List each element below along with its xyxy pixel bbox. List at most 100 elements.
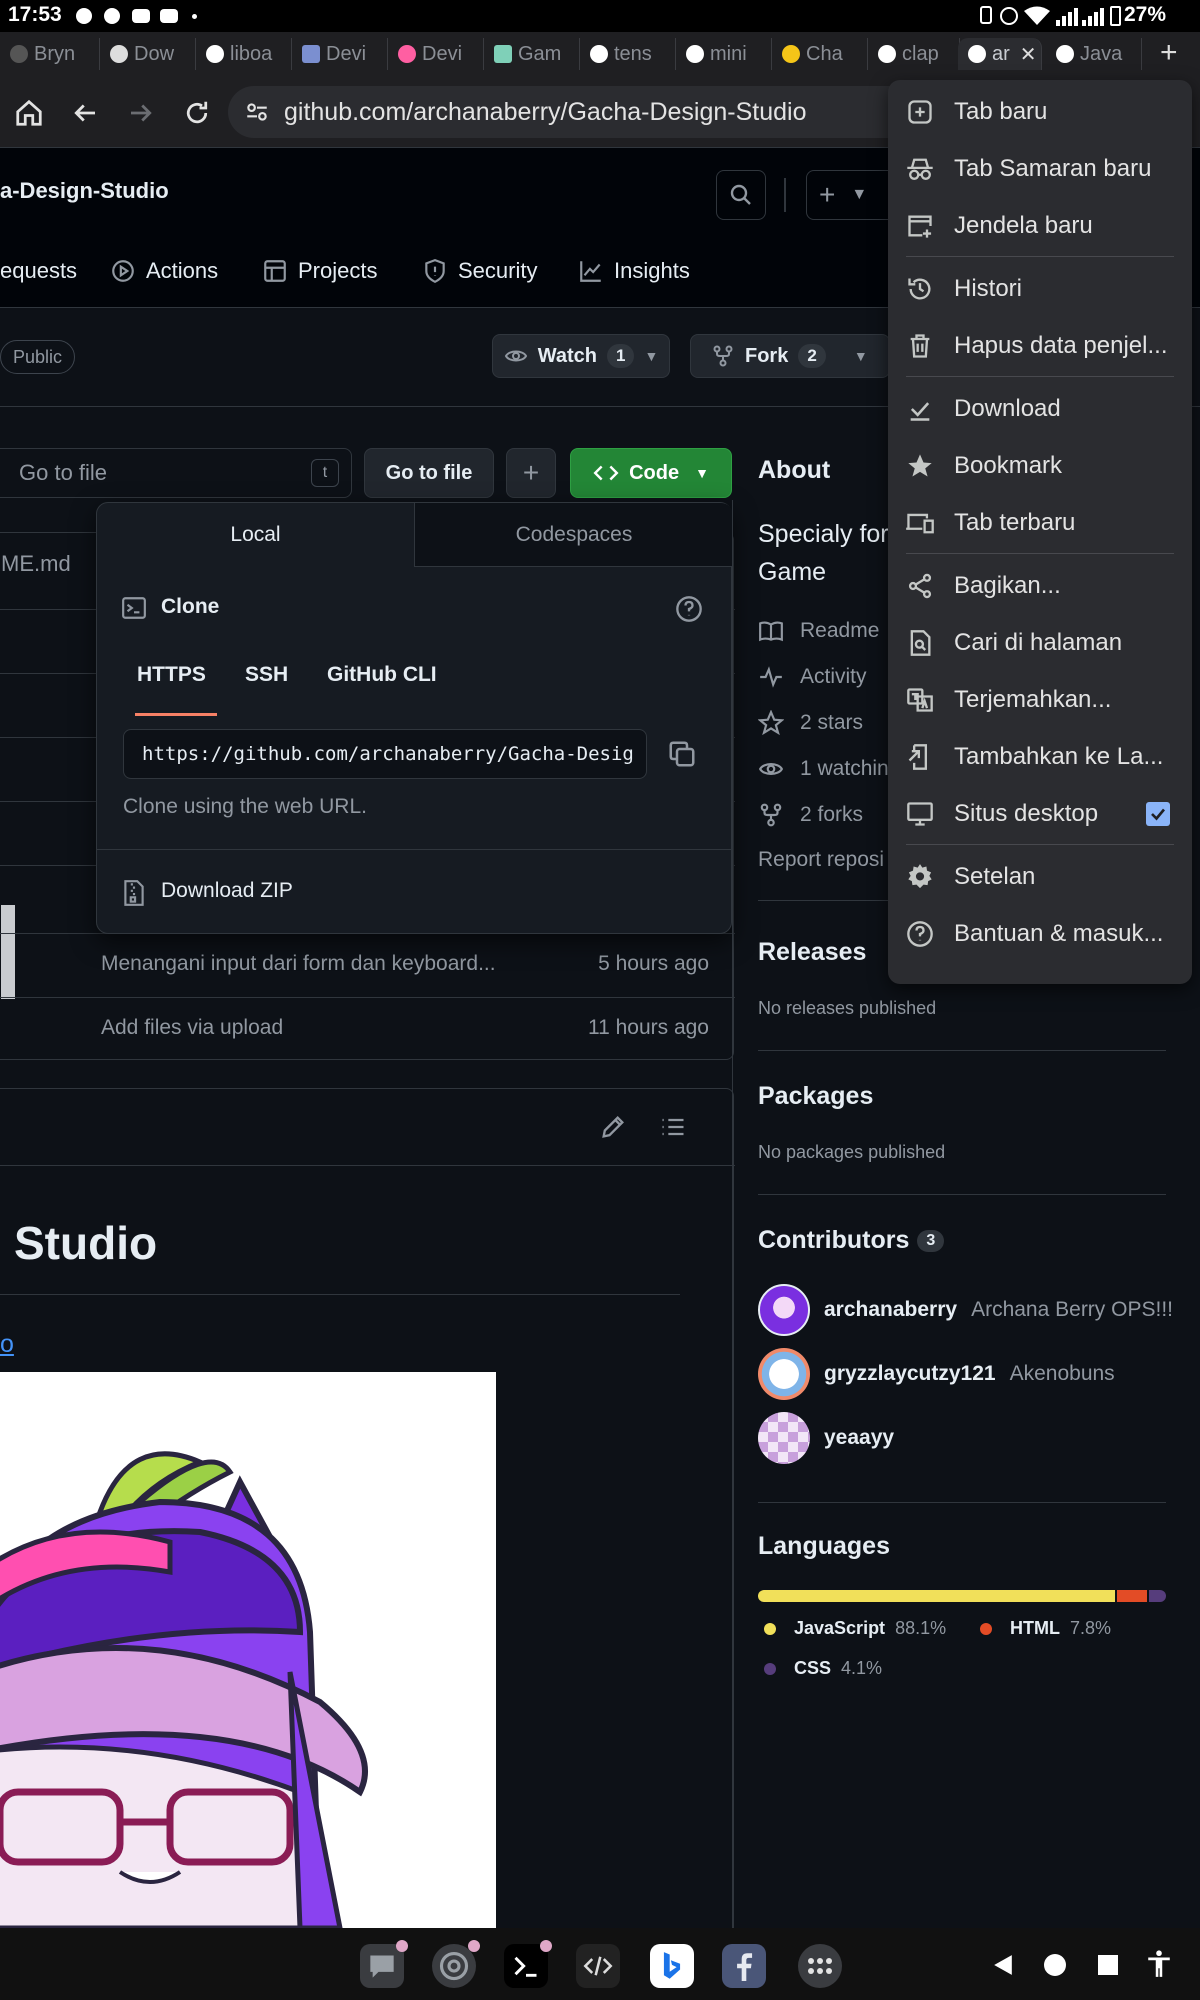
- menu-item-history[interactable]: Histori: [888, 261, 1192, 317]
- tab[interactable]: mini: [676, 38, 772, 70]
- desktop-site-checkbox[interactable]: [1146, 802, 1170, 826]
- tab[interactable]: Devi: [388, 38, 484, 70]
- tab-security[interactable]: Security: [422, 258, 537, 284]
- menu-item-translate[interactable]: Terjemahkan...: [888, 672, 1192, 728]
- new-tab-button[interactable]: +: [1160, 36, 1178, 70]
- pulse-icon: [760, 666, 782, 688]
- menu-item-bookmarks[interactable]: Bookmark: [888, 438, 1192, 494]
- menu-item-new-window[interactable]: Jendela baru: [888, 198, 1192, 254]
- code-editor-app-icon[interactable]: [576, 1944, 620, 1988]
- back-icon[interactable]: [70, 98, 100, 128]
- stars-link[interactable]: 2 stars: [758, 710, 863, 736]
- facebook-app-icon[interactable]: [722, 1944, 766, 1988]
- language-item[interactable]: HTML 7.8%: [980, 1618, 1111, 1639]
- tab-actions[interactable]: Actions: [110, 258, 218, 284]
- repo-name[interactable]: a-Design-Studio: [0, 178, 169, 204]
- tab-codespaces[interactable]: Codespaces: [415, 503, 733, 567]
- code-button[interactable]: Code ▼: [570, 448, 732, 498]
- find-in-page-icon: [904, 627, 936, 659]
- tab[interactable]: liboa: [196, 38, 292, 70]
- fork-button[interactable]: Fork 2 ▼: [690, 334, 890, 378]
- contributor-row[interactable]: yeaayy: [758, 1412, 894, 1464]
- tab-https[interactable]: HTTPS: [137, 663, 206, 687]
- address-bar[interactable]: github.com/archanaberry/Gacha-Design-Stu…: [228, 86, 928, 138]
- readme-link[interactable]: Readme: [758, 618, 879, 644]
- packages-heading[interactable]: Packages: [758, 1082, 873, 1111]
- go-to-file-input[interactable]: Go to file t: [0, 448, 352, 498]
- tab[interactable]: Java: [1046, 38, 1142, 70]
- tab-active[interactable]: ar ✕: [958, 38, 1042, 70]
- tab[interactable]: Bryn: [0, 38, 100, 70]
- favicon-icon: [782, 45, 800, 63]
- report-repository-link[interactable]: Report reposi: [758, 848, 884, 872]
- gamepad-icon: [132, 9, 150, 23]
- forward-icon[interactable]: [126, 98, 156, 128]
- copy-icon[interactable]: [667, 739, 697, 769]
- language-dot: [980, 1622, 992, 1635]
- language-item[interactable]: CSS 4.1%: [764, 1658, 882, 1679]
- menu-item-settings[interactable]: Setelan: [888, 849, 1192, 905]
- readme-link[interactable]: o: [0, 1330, 14, 1359]
- watch-button[interactable]: Watch 1 ▼: [492, 334, 670, 378]
- menu-item-help-feedback[interactable]: Bantuan & masuk...: [888, 906, 1192, 962]
- menu-item-new-tab[interactable]: Tab baru: [888, 84, 1192, 140]
- nav-back-icon[interactable]: [992, 1954, 1014, 1976]
- tab-github-cli[interactable]: GitHub CLI: [327, 663, 437, 687]
- menu-item-add-to-home[interactable]: Tambahkan ke La...: [888, 729, 1192, 785]
- menu-item-clear-data[interactable]: Hapus data penjel...: [888, 318, 1192, 374]
- languages-heading: Languages: [758, 1532, 890, 1560]
- accessibility-icon[interactable]: [1146, 1950, 1172, 1978]
- outline-icon[interactable]: [659, 1113, 687, 1141]
- language-item[interactable]: JavaScript 88.1%: [764, 1618, 946, 1639]
- help-icon[interactable]: [675, 595, 703, 623]
- close-tab-icon[interactable]: ✕: [1020, 42, 1037, 67]
- divider: [0, 1165, 735, 1166]
- releases-heading[interactable]: Releases: [758, 938, 866, 967]
- download-zip-link[interactable]: Download ZIP: [161, 879, 293, 903]
- nav-recents-icon[interactable]: [1098, 1955, 1118, 1975]
- tab[interactable]: tens: [580, 38, 676, 70]
- shield-icon: [425, 259, 445, 284]
- contributor-row[interactable]: gryzzlaycutzy121 Akenobuns: [758, 1348, 1115, 1400]
- tab-local[interactable]: Local: [97, 503, 415, 567]
- menu-item-desktop-site[interactable]: Situs desktop: [888, 786, 1192, 842]
- create-new-button[interactable]: + ▼: [806, 170, 896, 220]
- commit-message[interactable]: Menangani input dari form dan keyboard..…: [101, 952, 496, 976]
- file-name[interactable]: ME.md: [1, 551, 71, 577]
- go-to-file-button[interactable]: Go to file: [364, 448, 494, 498]
- tab-projects[interactable]: Projects: [262, 258, 377, 284]
- add-file-button[interactable]: +: [506, 448, 556, 498]
- clone-url-input[interactable]: https://github.com/archanaberry/Gacha-De…: [123, 729, 647, 779]
- menu-item-incognito-tab[interactable]: Tab Samaran baru: [888, 141, 1192, 197]
- menu-item-downloads[interactable]: Download: [888, 381, 1192, 437]
- search-button[interactable]: [716, 170, 766, 220]
- menu-item-recent-tabs[interactable]: Tab terbaru: [888, 495, 1192, 551]
- tab[interactable]: Dow: [100, 38, 196, 70]
- favicon-icon: [10, 45, 28, 63]
- menu-item-share[interactable]: Bagikan...: [888, 558, 1192, 614]
- contributor-row[interactable]: archanaberry Archana Berry OPS!!!: [758, 1284, 1173, 1336]
- app-drawer-icon[interactable]: [798, 1944, 842, 1988]
- menu-item-find-in-page[interactable]: Cari di halaman: [888, 615, 1192, 671]
- tab[interactable]: clap: [868, 38, 960, 70]
- tab-insights[interactable]: Insights: [578, 258, 690, 284]
- activity-link[interactable]: Activity: [758, 664, 867, 690]
- commit-message[interactable]: Add files via upload: [101, 1016, 283, 1040]
- tab[interactable]: Gam: [484, 38, 580, 70]
- site-settings-icon[interactable]: [244, 99, 270, 125]
- tab[interactable]: Devi: [292, 38, 388, 70]
- watchers-link[interactable]: 1 watchin: [758, 756, 889, 782]
- forks-link[interactable]: 2 forks: [758, 802, 863, 828]
- tab[interactable]: Cha: [772, 38, 868, 70]
- nav-home-icon[interactable]: [1044, 1954, 1066, 1976]
- home-icon[interactable]: [14, 98, 44, 128]
- pencil-icon[interactable]: [599, 1113, 627, 1141]
- tab-pull-requests[interactable]: equests: [0, 258, 77, 284]
- commit-time: 11 hours ago: [587, 1016, 709, 1039]
- tab-ssh[interactable]: SSH: [245, 663, 288, 687]
- contributors-heading[interactable]: Contributors 3: [758, 1226, 945, 1255]
- reload-icon[interactable]: [182, 98, 212, 128]
- caret-down-icon: ▼: [695, 465, 709, 481]
- book-icon: [759, 621, 783, 642]
- bing-app-icon[interactable]: [650, 1944, 694, 1988]
